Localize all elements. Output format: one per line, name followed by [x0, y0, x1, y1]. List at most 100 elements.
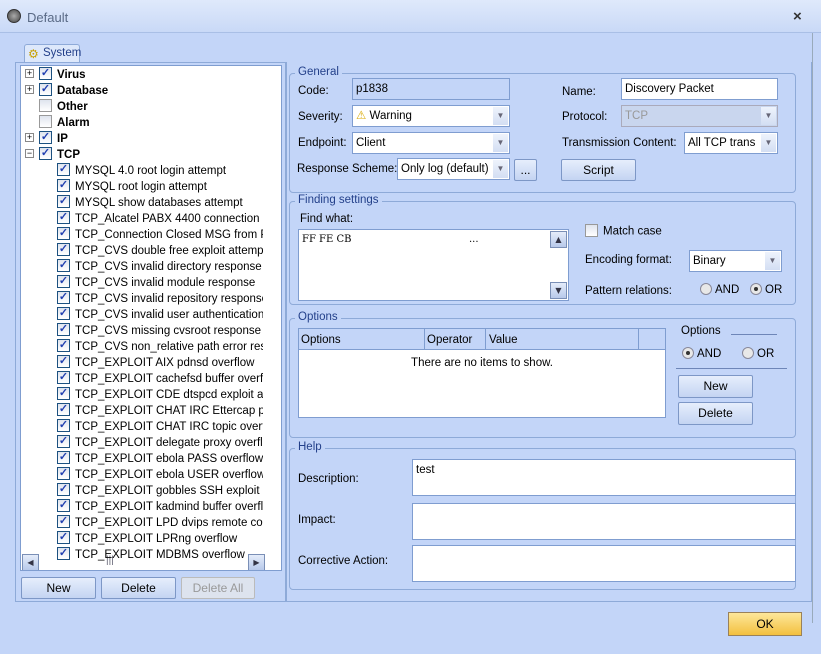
pattern-or-radio[interactable]: OR — [750, 283, 782, 296]
tree-item[interactable]: ✓ TCP_EXPLOIT ebola PASS overflow at — [57, 451, 263, 467]
checkbox[interactable]: ✓ — [57, 515, 70, 529]
checkbox[interactable]: ✓ — [57, 451, 70, 465]
transmission-select[interactable]: All TCP trans ▼ — [684, 132, 778, 154]
checkbox[interactable]: ✓ — [57, 275, 70, 289]
checkbox[interactable]: ✓ — [57, 323, 70, 337]
radio[interactable] — [700, 283, 712, 295]
tree-category[interactable]: Alarm — [25, 115, 275, 131]
endpoint-select[interactable]: Client ▼ — [352, 132, 510, 154]
tree-item[interactable]: ✓ MYSQL root login attempt — [57, 179, 263, 195]
tree-item[interactable]: ✓ TCP_EXPLOIT gobbles SSH exploit att — [57, 483, 263, 499]
checkbox[interactable]: ✓ — [39, 147, 52, 161]
chevron-down-icon[interactable]: ▼ — [761, 134, 776, 152]
chevron-down-icon[interactable]: ▼ — [761, 107, 776, 125]
tree-item[interactable]: ✓ TCP_EXPLOIT kadmind buffer overflow — [57, 499, 263, 515]
tree-item[interactable]: ✓ TCP_CVS non_relative path error respo — [57, 339, 263, 355]
tree-item[interactable]: ✓ TCP_CVS double free exploit attempt re — [57, 243, 263, 259]
checkbox[interactable]: ✓ — [57, 499, 70, 513]
tree-item[interactable]: ✓ TCP_EXPLOIT delegate proxy overflow — [57, 435, 263, 451]
collapse-icon[interactable]: − — [25, 149, 34, 159]
tree-item[interactable]: ✓ TCP_EXPLOIT cachefsd buffer overflo — [57, 371, 263, 387]
tree-item[interactable]: ✓ TCP_Connection Closed MSG from Por — [57, 227, 263, 243]
tree-item[interactable]: ✓ TCP_EXPLOIT CHAT IRC Ettercap par — [57, 403, 263, 419]
tree-item[interactable]: ✓ MYSQL show databases attempt — [57, 195, 263, 211]
checkbox[interactable]: ✓ — [57, 291, 70, 305]
checkbox[interactable]: ✓ — [57, 387, 70, 401]
tree-category[interactable]: + ✓ Database — [25, 83, 275, 99]
severity-select[interactable]: ⚠ Warning ▼ — [352, 105, 510, 127]
checkbox[interactable]: ✓ — [57, 403, 70, 417]
checkbox[interactable]: ✓ — [57, 435, 70, 449]
tree-item[interactable]: ✓ TCP_EXPLOIT CDE dtspcd exploit atte — [57, 387, 263, 403]
script-button[interactable]: Script — [561, 159, 636, 181]
protocol-select[interactable]: TCP ▼ — [621, 105, 778, 127]
tree-item[interactable]: ✓ MYSQL 4.0 root login attempt — [57, 163, 263, 179]
chevron-down-icon[interactable]: ▼ — [493, 160, 508, 178]
delete-rule-button[interactable]: Delete — [101, 577, 176, 599]
tree-item[interactable]: ✓ TCP_EXPLOIT CHAT IRC topic overflo — [57, 419, 263, 435]
tree-item[interactable]: ✓ TCP_CVS invalid user authentication re — [57, 307, 263, 323]
checkbox[interactable]: ✓ — [39, 83, 52, 97]
tree-item[interactable]: ✓ TCP_CVS invalid module response — [57, 275, 263, 291]
checkbox[interactable] — [39, 115, 52, 129]
new-rule-button[interactable]: New — [21, 577, 96, 599]
checkbox[interactable]: ✓ — [39, 131, 52, 145]
tree-category[interactable]: − ✓ TCP — [25, 147, 275, 163]
options-or-radio[interactable]: OR — [742, 347, 774, 360]
column-value[interactable]: Value — [489, 329, 639, 350]
match-case-checkbox[interactable]: Match case — [585, 224, 662, 238]
tree-item[interactable]: ✓ TCP_CVS invalid directory response — [57, 259, 263, 275]
checkbox[interactable]: ✓ — [57, 195, 70, 209]
checkbox[interactable] — [39, 99, 52, 113]
checkbox[interactable]: ✓ — [57, 259, 70, 273]
checkbox[interactable]: ✓ — [57, 483, 70, 497]
name-field[interactable]: Discovery Packet — [621, 78, 778, 100]
chevron-down-icon[interactable]: ▼ — [493, 134, 508, 152]
close-icon[interactable]: × — [793, 8, 802, 25]
impact-field[interactable] — [412, 503, 796, 540]
column-operator[interactable]: Operator — [427, 329, 486, 350]
options-table[interactable]: Options Operator Value There are no item… — [298, 328, 666, 418]
checkbox[interactable]: ✓ — [57, 179, 70, 193]
checkbox[interactable]: ✓ — [57, 419, 70, 433]
checkbox[interactable]: ✓ — [57, 339, 70, 353]
options-and-radio[interactable]: AND — [682, 347, 721, 360]
chevron-down-icon[interactable]: ▼ — [765, 252, 780, 270]
tree-item[interactable]: ✓ TCP_CVS invalid repository response — [57, 291, 263, 307]
checkbox[interactable]: ✓ — [57, 227, 70, 241]
code-field[interactable]: p1838 — [352, 78, 510, 100]
scroll-down-button[interactable]: ▼ — [550, 282, 567, 299]
checkbox[interactable]: ✓ — [57, 547, 70, 561]
pattern-and-radio[interactable]: AND — [700, 283, 739, 296]
radio[interactable] — [742, 347, 754, 359]
tree-item[interactable]: ✓ TCP_EXPLOIT LPRng overflow — [57, 531, 263, 547]
checkbox[interactable]: ✓ — [57, 243, 70, 257]
tree-item[interactable]: ✓ TCP_EXPLOIT MDBMS overflow — [57, 547, 263, 563]
checkbox[interactable]: ✓ — [57, 371, 70, 385]
rule-tree[interactable]: ▲ ≡ ▼ ◀ ||| ▶ +✓Virus+✓DatabaseOtherAlar… — [20, 65, 282, 571]
response-select[interactable]: Only log (default) ▼ — [397, 158, 510, 180]
checkbox[interactable]: ✓ — [57, 355, 70, 369]
tree-category[interactable]: + ✓ Virus — [25, 67, 275, 83]
tree-item[interactable]: ✓ TCP_EXPLOIT ebola USER overflow a — [57, 467, 263, 483]
tree-item[interactable]: ✓ TCP_Alcatel PABX 4400 connection at — [57, 211, 263, 227]
browse-button[interactable]: ... — [514, 159, 537, 181]
new-option-button[interactable]: New — [678, 375, 753, 398]
scroll-up-button[interactable]: ▲ — [550, 231, 567, 248]
checkbox[interactable]: ✓ — [39, 67, 52, 81]
tree-item[interactable]: ✓ TCP_EXPLOIT LPD dvips remote comr — [57, 515, 263, 531]
expand-icon[interactable]: + — [25, 133, 34, 143]
column-options[interactable]: Options — [301, 329, 425, 350]
radio[interactable] — [682, 347, 694, 359]
tree-category[interactable]: Other — [25, 99, 275, 115]
checkbox[interactable]: ✓ — [57, 211, 70, 225]
encoding-select[interactable]: Binary ▼ — [689, 250, 782, 272]
delete-all-button[interactable]: Delete All — [181, 577, 255, 599]
expand-icon[interactable]: + — [25, 85, 34, 95]
tree-item[interactable]: ✓ TCP_EXPLOIT AIX pdnsd overflow — [57, 355, 263, 371]
checkbox[interactable]: ✓ — [57, 307, 70, 321]
ok-button[interactable]: OK — [728, 612, 802, 636]
tree-item[interactable]: ✓ TCP_CVS missing cvsroot response — [57, 323, 263, 339]
expand-icon[interactable]: + — [25, 69, 34, 79]
checkbox[interactable]: ✓ — [57, 467, 70, 481]
